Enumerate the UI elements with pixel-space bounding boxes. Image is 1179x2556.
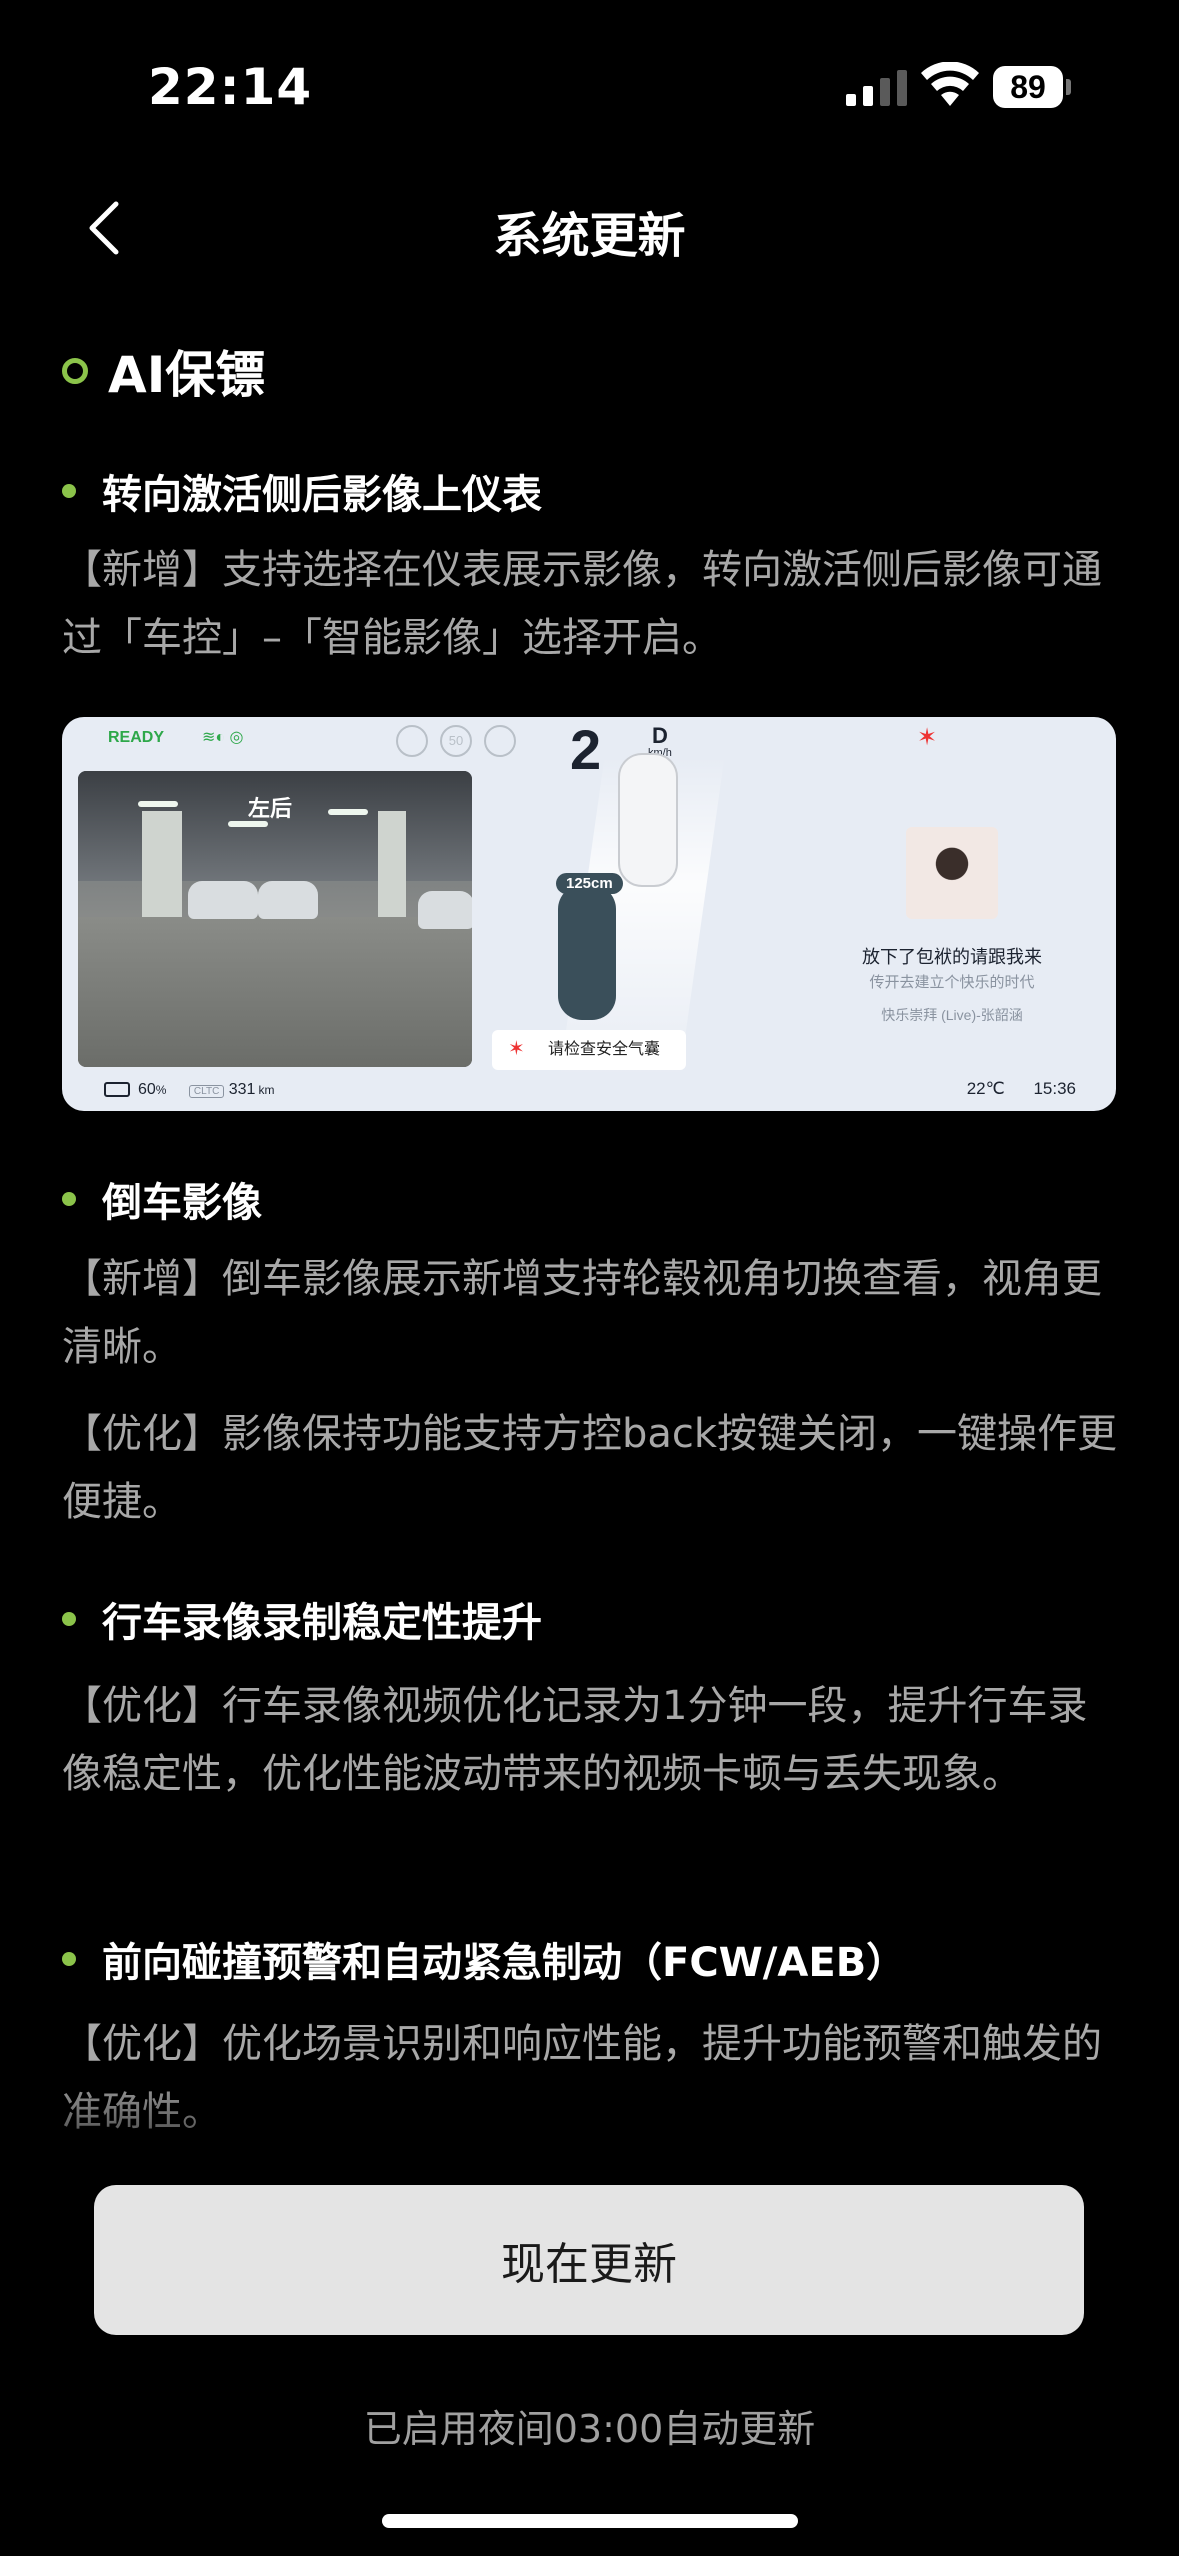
battery-icon: 89 bbox=[993, 66, 1073, 110]
feature-description: 【优化】行车录像视频优化记录为1分钟一段，提升行车录像稳定性，优化性能波动带来的… bbox=[62, 1683, 1088, 1797]
feature-title: 行车录像录制稳定性提升 bbox=[102, 1600, 542, 1646]
dot-bullet-icon bbox=[62, 484, 76, 498]
dot-bullet-icon bbox=[62, 1952, 76, 1966]
battery-outline-icon bbox=[104, 1082, 130, 1098]
cltc-tag: CLTC bbox=[188, 1085, 225, 1098]
distance-label: 125cm bbox=[556, 873, 623, 894]
feature-title-row: 前向碰撞预警和自动紧急制动（FCW/AEB） bbox=[62, 1930, 906, 1988]
section-heading: AI保镖 bbox=[62, 335, 265, 407]
airbag-warning: ✶ 请检查安全气囊 bbox=[492, 1030, 686, 1070]
home-indicator[interactable] bbox=[382, 2514, 798, 2528]
dot-bullet-icon bbox=[62, 1192, 76, 1206]
speed-limit-icon bbox=[484, 725, 516, 757]
own-car-icon bbox=[558, 885, 616, 1020]
feature-description: 【新增】倒车影像展示新增支持轮毂视角切换查看，视角更清晰。 bbox=[62, 1256, 1102, 1370]
instrument-cluster-image: READY ≋◐ ◎ 50 2 D km/h ✶ 左后 125cm ✶ 请检查安… bbox=[62, 717, 1116, 1111]
scroll-fade bbox=[0, 2070, 1179, 2190]
cluster-battery-value: 60 bbox=[138, 1081, 156, 1098]
airbag-warning-text: 请检查安全气囊 bbox=[548, 1041, 661, 1058]
cluster-battery-range: 60% CLTC 331 km bbox=[104, 1081, 274, 1099]
ring-bullet-icon bbox=[62, 358, 88, 384]
speed-limit-icon: 50 bbox=[440, 725, 472, 757]
cluster-temperature: 22℃ bbox=[966, 1079, 1005, 1098]
gear-number: 2 bbox=[570, 718, 602, 781]
drive-mode: D bbox=[652, 723, 668, 748]
cellular-signal-icon bbox=[846, 70, 907, 106]
cluster-clock: 15:36 bbox=[1033, 1079, 1076, 1098]
ready-indicator: READY bbox=[108, 729, 165, 746]
feature-description: 【优化】影像保持功能支持方控back按键关闭，一键操作更便捷。 bbox=[62, 1411, 1118, 1525]
page-title: 系统更新 bbox=[493, 208, 686, 264]
album-cover bbox=[906, 827, 998, 919]
dot-bullet-icon bbox=[62, 1612, 76, 1626]
status-time: 22:14 bbox=[148, 58, 313, 116]
camera-label: 左后 bbox=[248, 796, 293, 821]
feature-description: 【新增】支持选择在仪表展示影像，转向激活侧后影像可通过「车控」–「智能影像」选择… bbox=[62, 547, 1102, 661]
feature-title-row: 行车录像录制稳定性提升 bbox=[62, 1590, 542, 1648]
wifi-icon bbox=[921, 62, 979, 106]
cluster-temp-clock: 22℃ 15:36 bbox=[967, 1079, 1076, 1099]
side-rear-camera-view: 左后 bbox=[78, 771, 472, 1067]
song-lyric: 传开去建立个快乐的时代 bbox=[869, 974, 1035, 991]
feature-title-row: 转向激活侧后影像上仪表 bbox=[62, 462, 542, 520]
adjacent-car-icon bbox=[618, 753, 678, 887]
airbag-icon: ✶ bbox=[508, 1038, 525, 1060]
song-title: 放下了包袱的请跟我来 bbox=[862, 947, 1042, 967]
feature-title-row: 倒车影像 bbox=[62, 1170, 262, 1228]
section-title: AI保镖 bbox=[108, 346, 266, 404]
speed-limit-icon bbox=[396, 725, 428, 757]
song-artist: 快乐崇拜 (Live)-张韶涵 bbox=[881, 1007, 1023, 1023]
airbag-warning-icon: ✶ bbox=[917, 724, 938, 751]
range-value: 331 bbox=[228, 1081, 256, 1098]
feature-title: 倒车影像 bbox=[102, 1180, 262, 1226]
auto-update-note: 已启用夜间03:00自动更新 bbox=[363, 2407, 816, 2451]
feature-title: 前向碰撞预警和自动紧急制动（FCW/AEB） bbox=[102, 1940, 907, 1986]
cluster-battery-unit: % bbox=[155, 1083, 167, 1097]
update-now-button[interactable]: 现在更新 bbox=[94, 2185, 1084, 2335]
lamp-indicator-icons: ≋◐ ◎ bbox=[202, 729, 244, 746]
feature-title: 转向激活侧后影像上仪表 bbox=[102, 472, 542, 518]
range-unit: km bbox=[258, 1083, 275, 1097]
battery-level: 89 bbox=[993, 66, 1063, 108]
